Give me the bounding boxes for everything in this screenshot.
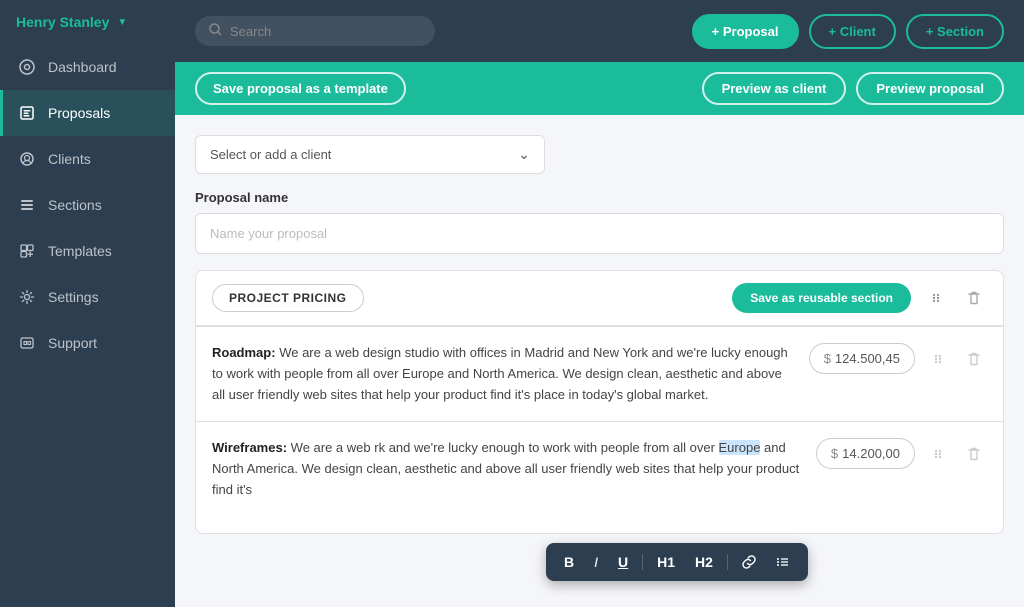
row-wireframes-highlight: Europe bbox=[719, 440, 761, 455]
sidebar-user[interactable]: Henry Stanley ▼ bbox=[0, 0, 175, 44]
sidebar-item-templates[interactable]: Templates bbox=[0, 228, 175, 274]
section-header: PROJECT PRICING Save as reusable section bbox=[196, 271, 1003, 326]
templates-label: Templates bbox=[48, 243, 112, 259]
format-h2-button[interactable]: H2 bbox=[689, 551, 719, 573]
topbar: + Proposal + Client + Section bbox=[175, 0, 1024, 62]
search-icon bbox=[209, 23, 222, 39]
action-bar-right: Preview as client Preview proposal bbox=[702, 72, 1004, 105]
proposal-name-label: Proposal name bbox=[195, 190, 1004, 205]
sidebar-item-dashboard[interactable]: Dashboard bbox=[0, 44, 175, 90]
sidebar: Henry Stanley ▼ Dashboard Propo bbox=[0, 0, 175, 607]
format-link-button[interactable] bbox=[736, 552, 762, 572]
proposals-label: Proposals bbox=[48, 105, 110, 121]
settings-icon bbox=[18, 288, 36, 306]
client-selector[interactable]: Select or add a client ⌄ bbox=[195, 135, 545, 174]
save-as-template-button[interactable]: Save proposal as a template bbox=[195, 72, 406, 105]
format-separator-2 bbox=[727, 554, 728, 570]
search-box[interactable] bbox=[195, 16, 435, 46]
add-section-button[interactable]: + Section bbox=[906, 14, 1004, 49]
row-roadmap-content[interactable]: Roadmap: We are a web design studio with… bbox=[212, 343, 795, 405]
clients-label: Clients bbox=[48, 151, 91, 167]
row-wireframes-price-value: 14.200,00 bbox=[842, 446, 900, 461]
main-area: + Proposal + Client + Section Save propo… bbox=[175, 0, 1024, 607]
user-name: Henry Stanley bbox=[16, 14, 109, 30]
section-title: PROJECT PRICING bbox=[212, 284, 364, 312]
sidebar-item-sections[interactable]: Sections bbox=[0, 182, 175, 228]
row-roadmap-label: Roadmap: bbox=[212, 345, 276, 360]
section-card: PROJECT PRICING Save as reusable section bbox=[195, 270, 1004, 534]
content-area: Select or add a client ⌄ Proposal name P… bbox=[175, 115, 1024, 607]
section-row-roadmap: Roadmap: We are a web design studio with… bbox=[196, 326, 1003, 421]
clients-icon bbox=[18, 150, 36, 168]
section-header-right: Save as reusable section bbox=[732, 283, 987, 313]
sidebar-nav: Dashboard Proposals Clien bbox=[0, 44, 175, 607]
format-toolbar: B I U H1 H2 bbox=[546, 543, 808, 581]
row-wireframes-text-before: We are a web bbox=[291, 440, 375, 455]
row-wireframes-price[interactable]: $ 14.200,00 bbox=[816, 438, 915, 469]
row-wireframes-drag-button[interactable] bbox=[925, 441, 951, 467]
row-roadmap-delete-button[interactable] bbox=[961, 346, 987, 372]
sidebar-item-settings[interactable]: Settings bbox=[0, 274, 175, 320]
save-reusable-section-button[interactable]: Save as reusable section bbox=[732, 283, 911, 313]
row-wireframes-text-rk: rk and we're lucky enough to work with p… bbox=[374, 440, 718, 455]
dashboard-icon bbox=[18, 58, 36, 76]
chevron-down-icon: ⌄ bbox=[518, 146, 530, 163]
sidebar-item-proposals[interactable]: Proposals bbox=[0, 90, 175, 136]
row-roadmap-actions: $ 124.500,45 bbox=[809, 343, 987, 374]
preview-as-client-button[interactable]: Preview as client bbox=[702, 72, 847, 105]
sections-label: Sections bbox=[48, 197, 102, 213]
format-italic-button[interactable]: I bbox=[588, 551, 604, 573]
row-roadmap-text: We are a web design studio with offices … bbox=[212, 345, 788, 402]
format-h1-button[interactable]: H1 bbox=[651, 551, 681, 573]
templates-icon bbox=[18, 242, 36, 260]
user-chevron-icon: ▼ bbox=[117, 17, 127, 28]
support-label: Support bbox=[48, 335, 97, 351]
settings-label: Settings bbox=[48, 289, 99, 305]
row-wireframes-delete-button[interactable] bbox=[961, 441, 987, 467]
sections-icon bbox=[18, 196, 36, 214]
row-wireframes-actions: $ 14.200,00 bbox=[816, 438, 987, 469]
topbar-actions: + Proposal + Client + Section bbox=[692, 14, 1004, 49]
add-proposal-button[interactable]: + Proposal bbox=[692, 14, 799, 49]
proposals-icon bbox=[18, 104, 36, 122]
support-icon bbox=[18, 334, 36, 352]
drag-handle-button[interactable] bbox=[923, 285, 949, 311]
row-roadmap-price-value: 124.500,45 bbox=[835, 351, 900, 366]
sidebar-item-support[interactable]: Support bbox=[0, 320, 175, 366]
action-bar: Save proposal as a template Preview as c… bbox=[175, 62, 1024, 115]
preview-proposal-button[interactable]: Preview proposal bbox=[856, 72, 1004, 105]
dashboard-label: Dashboard bbox=[48, 59, 117, 75]
client-selector-text: Select or add a client bbox=[210, 147, 331, 162]
row-roadmap-drag-button[interactable] bbox=[925, 346, 951, 372]
format-bold-button[interactable]: B bbox=[558, 551, 580, 573]
row-roadmap-price[interactable]: $ 124.500,45 bbox=[809, 343, 915, 374]
search-input[interactable] bbox=[230, 24, 421, 39]
row-wireframes-content[interactable]: Wireframes: We are a web rk and we're lu… bbox=[212, 438, 802, 500]
format-separator-1 bbox=[642, 554, 643, 570]
delete-section-button[interactable] bbox=[961, 285, 987, 311]
sidebar-item-clients[interactable]: Clients bbox=[0, 136, 175, 182]
proposal-name-input[interactable] bbox=[195, 213, 1004, 254]
format-underline-button[interactable]: U bbox=[612, 551, 634, 573]
section-row-wireframes: Wireframes: We are a web rk and we're lu… bbox=[196, 421, 1003, 532]
format-list-button[interactable] bbox=[770, 552, 796, 572]
add-client-button[interactable]: + Client bbox=[809, 14, 896, 49]
row-wireframes-label: Wireframes: bbox=[212, 440, 287, 455]
